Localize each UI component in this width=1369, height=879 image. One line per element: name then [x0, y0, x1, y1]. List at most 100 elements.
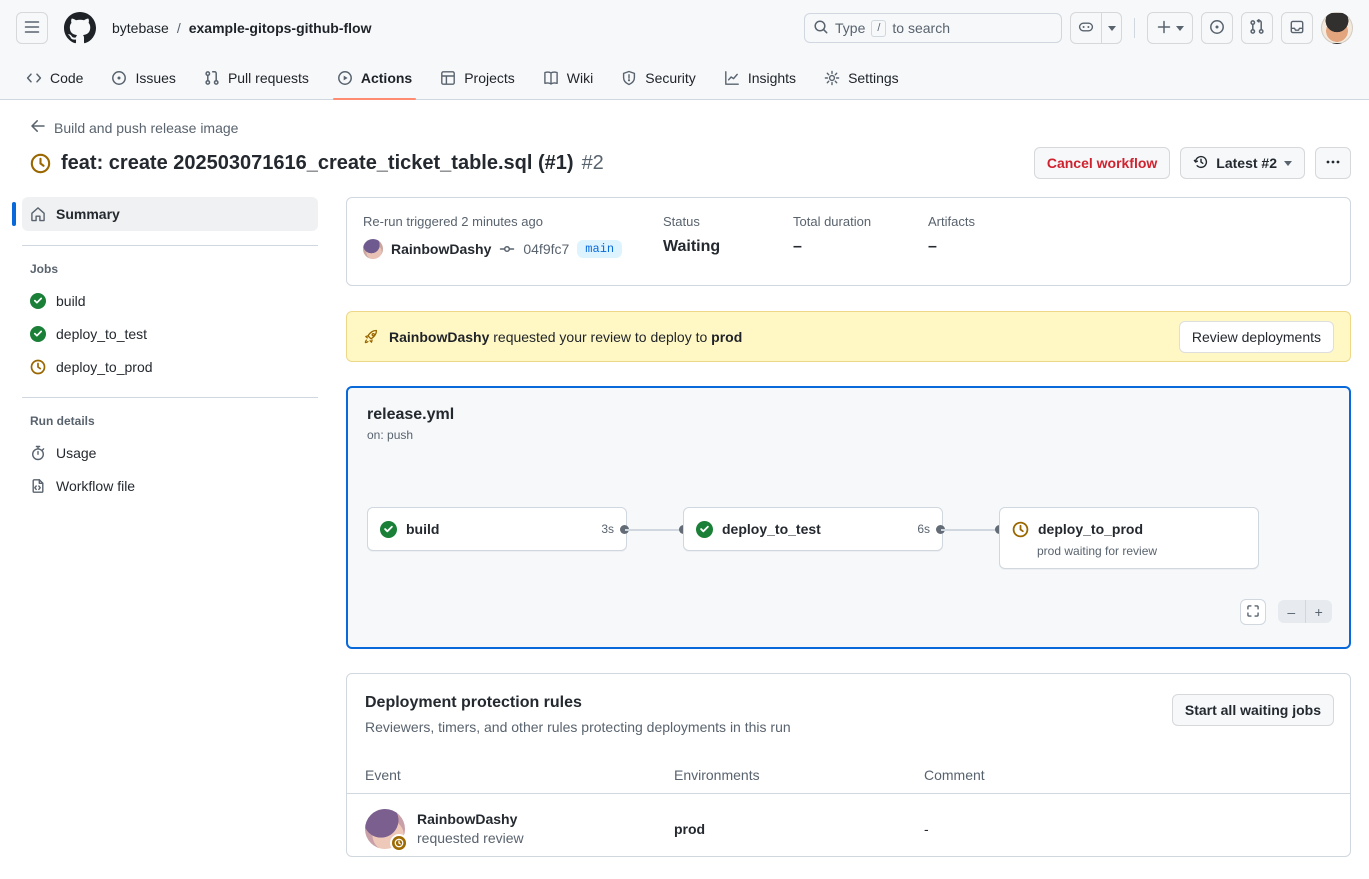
copilot-split-button — [1070, 12, 1122, 44]
graph-node-name: deploy_to_test — [722, 521, 821, 537]
run-sidebar: Summary Jobs build deploy_to_test deploy… — [16, 197, 346, 857]
chevron-down-icon — [1176, 26, 1184, 31]
search-placeholder-suffix: to search — [892, 20, 950, 36]
connector-line — [941, 529, 1000, 531]
table-row: RainbowDashy requested review prod - — [347, 794, 1350, 863]
sidebar-job-build[interactable]: build — [22, 284, 318, 317]
search-input[interactable]: Type / to search — [804, 13, 1062, 43]
waiting-clock-icon — [1012, 521, 1029, 538]
book-icon — [543, 70, 559, 86]
pull-requests-button[interactable] — [1241, 12, 1273, 44]
file-code-icon — [30, 478, 46, 494]
tab-label: Insights — [748, 70, 796, 86]
tab-wiki[interactable]: Wiki — [533, 56, 603, 99]
user-avatar[interactable] — [1321, 12, 1353, 44]
banner-actor: RainbowDashy — [389, 329, 489, 345]
back-link-label: Build and push release image — [54, 120, 238, 136]
zoom-out-button[interactable]: – — [1278, 600, 1306, 623]
sidebar-job-deploy-to-test[interactable]: deploy_to_test — [22, 317, 318, 350]
inbox-icon — [1289, 19, 1305, 38]
comment-cell: - — [924, 821, 1332, 837]
chevron-down-icon — [1108, 26, 1116, 31]
zoom-in-button[interactable]: + — [1306, 600, 1333, 623]
actor-avatar[interactable] — [363, 239, 383, 259]
breadcrumb-owner[interactable]: bytebase — [112, 20, 169, 36]
cancel-workflow-button[interactable]: Cancel workflow — [1034, 147, 1170, 179]
sidebar-item-usage[interactable]: Usage — [22, 436, 318, 469]
check-circle-icon — [30, 326, 46, 342]
review-deployments-button[interactable]: Review deployments — [1179, 321, 1334, 353]
latest-run-button[interactable]: Latest #2 — [1180, 147, 1305, 179]
graph-node-note: prod waiting for review — [1000, 544, 1258, 568]
run-number: #2 — [582, 152, 604, 175]
trigger-text: Re-run triggered 2 minutes ago — [363, 214, 663, 229]
run-details-heading: Run details — [22, 412, 346, 430]
hamburger-icon — [24, 19, 40, 38]
run-status-card: Re-run triggered 2 minutes ago RainbowDa… — [346, 197, 1351, 286]
sidebar-item-label: Usage — [56, 445, 96, 461]
reviewer-name[interactable]: RainbowDashy — [417, 811, 524, 827]
workflow-graph-card[interactable]: release.yml on: push build 3s — [346, 386, 1351, 649]
sidebar-item-workflow-file[interactable]: Workflow file — [22, 469, 318, 502]
tab-code[interactable]: Code — [16, 56, 93, 99]
kebab-horizontal-icon — [1325, 154, 1341, 173]
sidebar-divider — [22, 245, 318, 246]
global-header: bytebase / example-gitops-github-flow Ty… — [0, 0, 1369, 56]
reviewer-avatar[interactable] — [365, 809, 405, 849]
issues-button[interactable] — [1201, 12, 1233, 44]
tab-settings[interactable]: Settings — [814, 56, 909, 99]
git-pull-request-icon — [204, 70, 220, 86]
run-header: Build and push release image feat: creat… — [0, 100, 1369, 179]
commit-sha[interactable]: 04f9fc7 — [523, 241, 569, 257]
start-all-waiting-jobs-button[interactable]: Start all waiting jobs — [1172, 694, 1334, 726]
tab-label: Actions — [361, 70, 412, 86]
inbox-button[interactable] — [1281, 12, 1313, 44]
graph-node-build[interactable]: build 3s — [367, 507, 627, 551]
copilot-dropdown-button[interactable] — [1102, 12, 1122, 44]
tab-insights[interactable]: Insights — [714, 56, 806, 99]
connector-line — [625, 529, 684, 531]
graph-icon — [724, 70, 740, 86]
breadcrumb-separator: / — [177, 20, 181, 36]
fullscreen-icon — [1246, 604, 1260, 621]
sidebar-item-summary[interactable]: Summary — [22, 197, 318, 231]
sidebar-job-deploy-to-prod[interactable]: deploy_to_prod — [22, 350, 318, 383]
sidebar-item-label: Summary — [56, 206, 120, 222]
duration-value: – — [793, 238, 928, 256]
tab-security[interactable]: Security — [611, 56, 706, 99]
run-title: feat: create 202503071616_create_ticket_… — [61, 152, 574, 175]
fullscreen-button[interactable] — [1240, 599, 1266, 625]
hamburger-menu-button[interactable] — [16, 12, 48, 44]
back-link[interactable]: Build and push release image — [30, 118, 238, 137]
graph-node-deploy-to-prod[interactable]: deploy_to_prod prod waiting for review — [999, 507, 1259, 569]
search-icon — [813, 19, 829, 38]
graph-node-deploy-to-test[interactable]: deploy_to_test 6s — [683, 507, 943, 551]
waiting-clock-badge-icon — [390, 834, 408, 852]
arrow-left-icon — [30, 118, 46, 137]
column-event: Event — [365, 767, 674, 783]
run-options-button[interactable] — [1315, 147, 1351, 179]
branch-badge[interactable]: main — [577, 240, 622, 258]
column-environments: Environments — [674, 767, 924, 783]
actor-name[interactable]: RainbowDashy — [391, 241, 491, 257]
latest-run-label: Latest #2 — [1216, 155, 1277, 171]
tab-label: Pull requests — [228, 70, 309, 86]
home-icon — [30, 206, 46, 222]
header-divider — [1134, 18, 1135, 38]
artifacts-value: – — [928, 238, 975, 256]
tab-pull-requests[interactable]: Pull requests — [194, 56, 319, 99]
shield-icon — [621, 70, 637, 86]
create-new-button[interactable] — [1147, 12, 1193, 44]
tab-projects[interactable]: Projects — [430, 56, 525, 99]
tab-actions[interactable]: Actions — [327, 56, 422, 99]
history-icon — [1193, 154, 1209, 173]
check-circle-icon — [380, 521, 397, 538]
copilot-button[interactable] — [1070, 12, 1102, 44]
graph-node-duration: 3s — [601, 522, 614, 536]
tab-issues[interactable]: Issues — [101, 56, 185, 99]
github-logo[interactable] — [64, 12, 96, 44]
event-description: requested review — [417, 830, 524, 846]
breadcrumb-repo[interactable]: example-gitops-github-flow — [189, 20, 372, 36]
waiting-clock-icon — [30, 153, 51, 174]
sidebar-divider — [22, 397, 318, 398]
